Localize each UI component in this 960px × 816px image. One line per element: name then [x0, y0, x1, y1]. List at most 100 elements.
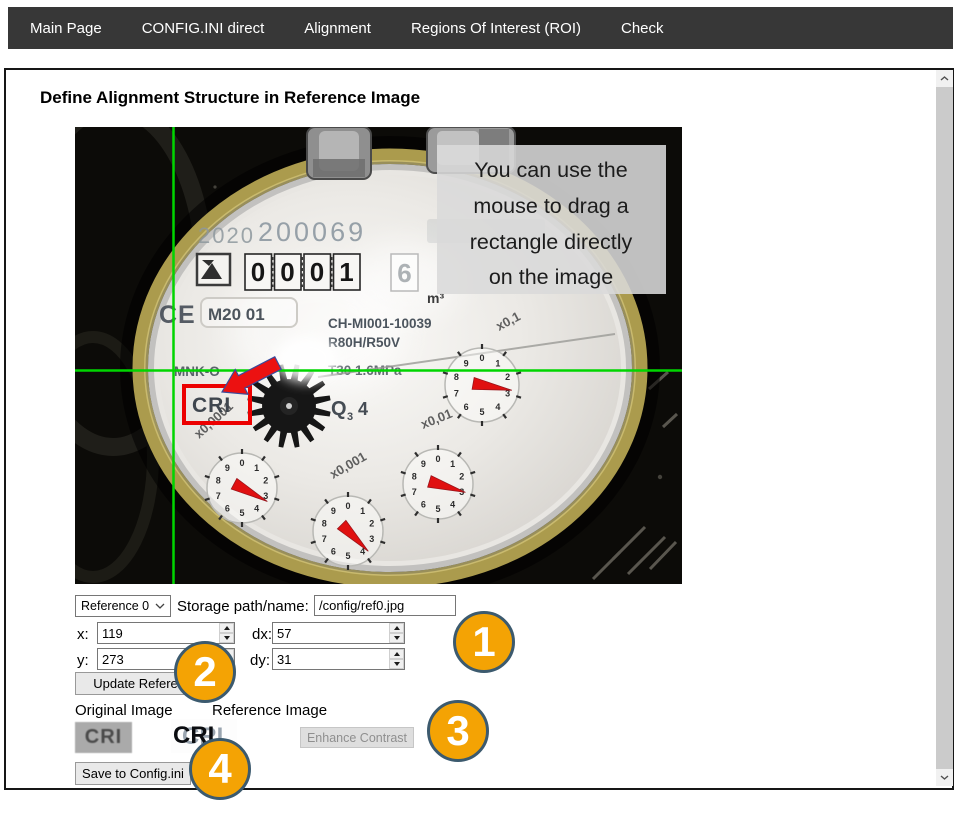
nav-config-ini[interactable]: CONFIG.INI direct	[142, 20, 265, 37]
dx-step-down-button[interactable]	[389, 633, 404, 643]
svg-text:7: 7	[454, 389, 459, 399]
x-step-up-button[interactable]	[219, 623, 234, 633]
page-title: Define Alignment Structure in Reference …	[40, 88, 420, 108]
svg-text:0: 0	[479, 353, 484, 363]
x-label: x:	[77, 626, 89, 643]
svg-text:1: 1	[495, 358, 500, 368]
nav-roi[interactable]: Regions Of Interest (ROI)	[411, 20, 581, 37]
svg-text:2: 2	[369, 518, 374, 528]
chevron-up-icon	[940, 76, 949, 81]
storage-path-input[interactable]	[314, 595, 456, 616]
svg-text:rectangle directly: rectangle directly	[470, 230, 633, 254]
nav-alignment[interactable]: Alignment	[304, 20, 371, 37]
svg-text:4: 4	[358, 399, 368, 419]
y-label: y:	[77, 652, 89, 669]
svg-text:8: 8	[322, 518, 327, 528]
svg-text:7: 7	[322, 534, 327, 544]
svg-text:6: 6	[421, 499, 426, 509]
svg-text:You can use the: You can use the	[474, 158, 627, 182]
svg-text:7: 7	[412, 487, 417, 497]
dy-step-up-button[interactable]	[389, 649, 404, 659]
reference-image-label: Reference Image	[212, 702, 327, 719]
reference-select-value: Reference 0	[81, 599, 149, 613]
triangle-down-icon	[394, 636, 400, 640]
svg-text:6: 6	[331, 546, 336, 556]
meter-ce-mark: CE	[159, 301, 196, 329]
svg-text:3: 3	[347, 411, 353, 423]
top-nav: Main Page CONFIG.INI direct Alignment Re…	[8, 7, 953, 49]
triangle-down-icon	[394, 662, 400, 666]
svg-text:5: 5	[345, 551, 350, 561]
x-input[interactable]	[97, 622, 235, 644]
svg-text:on the image: on the image	[489, 265, 613, 289]
meter-logo-box	[197, 254, 230, 285]
svg-text:8: 8	[412, 471, 417, 481]
dy-input-spinner	[389, 649, 404, 669]
dx-label: dx:	[252, 626, 272, 643]
x-input-spinner	[219, 623, 234, 643]
original-image-label: Original Image	[75, 702, 173, 719]
original-image-thumbnail: CRI	[75, 722, 132, 753]
triangle-down-icon	[224, 636, 230, 640]
svg-text:1: 1	[450, 459, 455, 469]
svg-text:5: 5	[479, 407, 484, 417]
scrollbar-up-button[interactable]	[936, 70, 953, 87]
svg-text:2: 2	[505, 372, 510, 382]
callout-badge-1: 1	[453, 611, 515, 673]
svg-text:1: 1	[339, 257, 353, 287]
triangle-up-icon	[394, 626, 400, 630]
svg-text:Q: Q	[331, 398, 347, 420]
svg-text:9: 9	[331, 506, 336, 516]
chevron-down-icon	[155, 603, 165, 609]
scrollbar-down-button[interactable]	[936, 769, 953, 786]
svg-text:4: 4	[450, 499, 455, 509]
x-step-down-button[interactable]	[219, 633, 234, 643]
scrollbar-thumb[interactable]	[936, 87, 953, 769]
meter-ratio: R80H/R50V	[328, 335, 400, 350]
svg-text:0: 0	[345, 501, 350, 511]
dx-step-up-button[interactable]	[389, 623, 404, 633]
svg-text:9: 9	[464, 358, 469, 368]
callout-badge-4: 4	[189, 738, 251, 800]
meter-model: CH-MI001-10039	[328, 316, 432, 331]
svg-text:5: 5	[239, 508, 244, 518]
svg-text:4: 4	[254, 503, 259, 513]
svg-text:8: 8	[454, 372, 459, 382]
svg-text:0: 0	[435, 454, 440, 464]
svg-text:2: 2	[459, 471, 464, 481]
dy-input[interactable]	[272, 648, 405, 670]
svg-text:5: 5	[435, 504, 440, 514]
dx-input[interactable]	[272, 622, 405, 644]
nav-main-page[interactable]: Main Page	[30, 20, 102, 37]
alignment-cri-text: CRI	[192, 394, 231, 417]
glare-bright	[274, 336, 338, 382]
reference-select[interactable]: Reference 0	[75, 595, 171, 617]
svg-text:7: 7	[216, 491, 221, 501]
svg-text:0: 0	[280, 257, 294, 287]
callout-badge-3: 3	[427, 700, 489, 762]
dy-label: dy:	[250, 652, 270, 669]
triangle-up-icon	[224, 626, 230, 630]
svg-text:8: 8	[216, 475, 221, 485]
nav-check[interactable]: Check	[621, 20, 664, 37]
svg-text:1: 1	[360, 506, 365, 516]
meter-serial-year: 2020	[198, 223, 255, 248]
svg-text:6: 6	[464, 402, 469, 412]
page: Main Page CONFIG.INI direct Alignment Re…	[0, 0, 960, 816]
svg-text:3: 3	[369, 534, 374, 544]
svg-text:6: 6	[225, 503, 230, 513]
svg-text:0: 0	[239, 458, 244, 468]
svg-text:9: 9	[421, 459, 426, 469]
dy-step-down-button[interactable]	[389, 659, 404, 669]
svg-text:1: 1	[254, 463, 259, 473]
dx-input-spinner	[389, 623, 404, 643]
reference-image[interactable]: 2020 200069 0 0 0 1 6 m³ CE M20 01	[75, 127, 682, 584]
enhance-contrast-button[interactable]: Enhance Contrast	[300, 727, 414, 748]
vertical-scrollbar[interactable]	[936, 70, 953, 786]
drag-hint-overlay: You can use the mouse to drag a rectangl…	[437, 145, 666, 294]
svg-text:4: 4	[495, 402, 500, 412]
save-to-config-button[interactable]: Save to Config.ini	[75, 762, 191, 785]
svg-text:6: 6	[397, 258, 411, 288]
chevron-down-icon	[940, 775, 949, 780]
meter-serial-number: 200069	[258, 217, 366, 247]
